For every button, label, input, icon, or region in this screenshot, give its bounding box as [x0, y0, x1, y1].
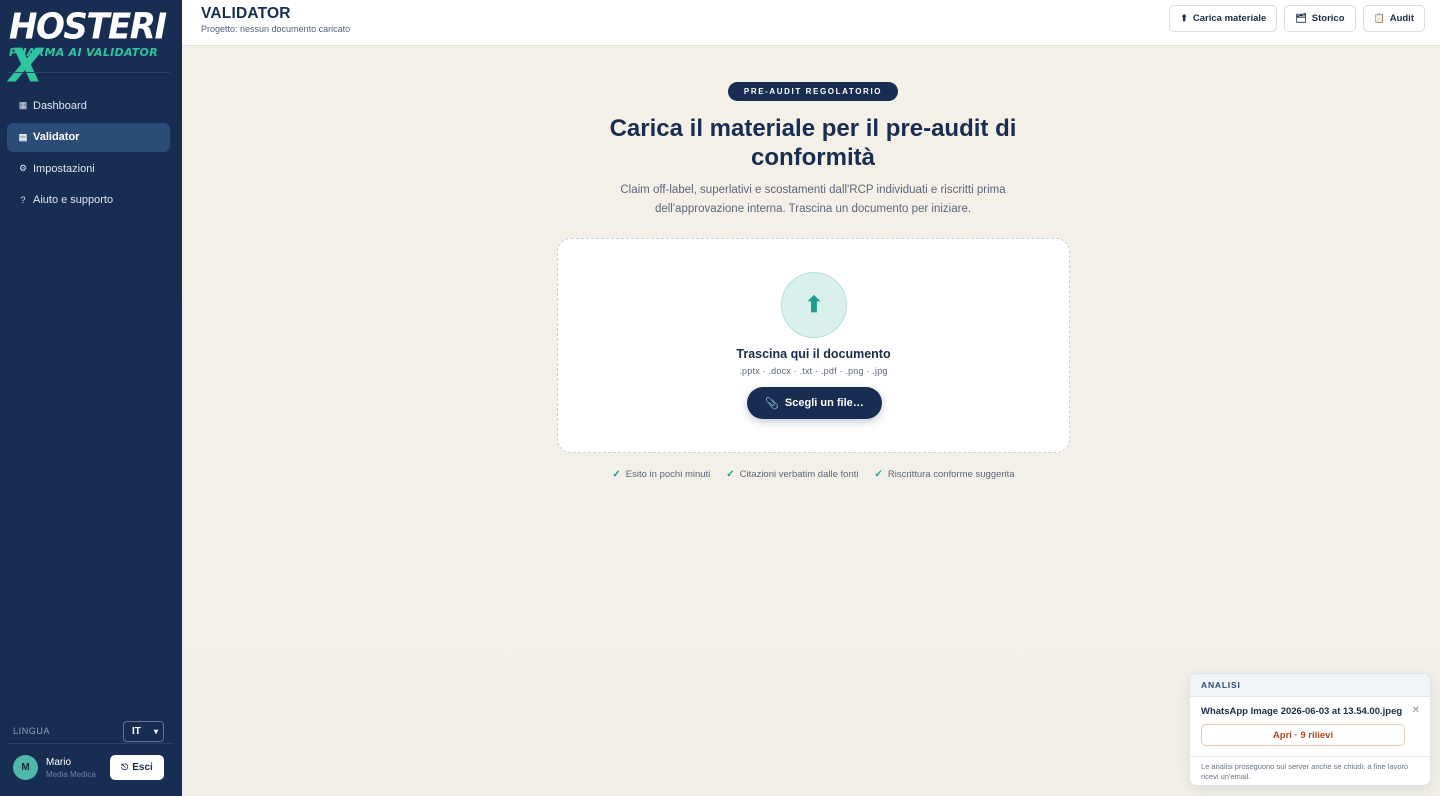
gear-icon: ⚙ — [18, 163, 28, 173]
project-subtitle: Progetto: nessun documento caricato — [201, 24, 351, 34]
feature-list: ✓ Esito in pochi minuti ✓ Citazioni verb… — [557, 469, 1070, 480]
feature-label: Riscrittura conforme suggerita — [887, 469, 1015, 480]
table-icon: ▤ — [18, 131, 28, 142]
check-icon: ✓ — [726, 469, 735, 480]
sidebar-item-label: Aiuto e supporto — [33, 194, 114, 206]
upload-arrow-icon: ⬆ — [781, 272, 847, 338]
accepted-formats: .pptx · .docx · .txt · .pdf · .png · .jp… — [739, 366, 888, 376]
close-icon[interactable]: ✕ — [1412, 705, 1420, 716]
analysis-file-name: WhatsApp Image 2026-06-03 at 13.54.00.jp… — [1201, 706, 1403, 717]
clipboard-icon: 📋 — [1373, 13, 1385, 23]
analysis-note: Le analisi proseguono sul server anche s… — [1201, 762, 1409, 781]
history-button[interactable]: 🗂 Storico — [1284, 5, 1356, 32]
brand-logo[interactable]: HOSTERIX PHARMA AI VALIDATOR — [9, 8, 174, 89]
language-label: LINGUA — [13, 726, 51, 736]
grid-icon: ▦ — [18, 100, 28, 110]
sidebar-divider — [8, 72, 170, 73]
hero-subtitle: Claim off-label, superlativi e scostamen… — [620, 184, 1006, 215]
sidebar-item-dashboard[interactable]: ▦ Dashboard — [7, 91, 170, 120]
audit-button[interactable]: 📋 Audit — [1362, 5, 1425, 32]
check-icon: ✓ — [612, 469, 621, 480]
hero-title: Carica il materiale per il pre-audit di … — [609, 115, 1017, 171]
help-icon: ? — [20, 195, 26, 205]
page-title: VALIDATOR — [201, 5, 291, 22]
sidebar-item-validator[interactable]: ▤ Validator — [7, 122, 170, 152]
analysis-panel-header: ANALISI — [1190, 674, 1430, 697]
feature-label: Citazioni verbatim dalle fonti — [739, 469, 859, 480]
check-icon: ✓ — [874, 469, 883, 480]
history-label: Storico — [1311, 13, 1345, 24]
sidebar-item-settings[interactable]: ⚙ Impostazioni — [7, 154, 170, 183]
file-dropzone[interactable]: ⬆ Trascina qui il documento .pptx · .doc… — [557, 238, 1070, 453]
sidebar: HOSTERIX PHARMA AI VALIDATOR ▦ Dashboard… — [0, 0, 182, 796]
choose-file-button[interactable]: 📎 Scegli un file… — [747, 387, 882, 419]
brand-tagline: PHARMA AI VALIDATOR — [9, 46, 158, 59]
feature-item: ✓ Citazioni verbatim dalle fonti — [726, 469, 858, 480]
logout-icon: ⎋ — [121, 762, 129, 772]
top-bar: VALIDATOR Progetto: nessun documento car… — [182, 0, 1440, 46]
analysis-panel: ANALISI WhatsApp Image 2026-06-03 at 13.… — [1189, 673, 1431, 786]
logout-label: Esci — [132, 762, 153, 773]
sidebar-divider-bottom — [8, 743, 174, 744]
user-name: Mario — [46, 757, 72, 768]
avatar: M — [13, 755, 38, 780]
upload-icon: ⬆ — [1180, 13, 1188, 23]
user-role: Media Medica — [46, 770, 96, 779]
upload-material-button[interactable]: ⬆ Carica materiale — [1169, 5, 1278, 32]
paperclip-icon: 📎 — [765, 397, 779, 410]
feature-item: ✓ Esito in pochi minuti — [612, 469, 710, 480]
folder-icon: 🗂 — [1295, 13, 1307, 23]
dropzone-title: Trascina qui il documento — [736, 347, 891, 361]
sidebar-item-help[interactable]: ? Aiuto e supporto — [7, 186, 170, 215]
header-actions: ⬆ Carica materiale 🗂 Storico 📋 Audit — [1169, 5, 1425, 32]
sidebar-item-label: Dashboard — [33, 99, 87, 112]
sidebar-item-label: Validator — [33, 131, 80, 143]
logout-button[interactable]: ⎋ Esci — [110, 755, 164, 780]
upload-material-label: Carica materiale — [1192, 13, 1267, 24]
panel-divider — [1190, 756, 1430, 757]
open-analysis-button[interactable]: Apri · 9 rilievi — [1201, 724, 1405, 746]
feature-label: Esito in pochi minuti — [625, 469, 711, 480]
sidebar-item-label: Impostazioni — [33, 162, 95, 175]
choose-file-label: Scegli un file… — [784, 397, 864, 409]
sidebar-nav: ▦ Dashboard ▤ Validator ⚙ Impostazioni ?… — [7, 91, 170, 217]
language-select[interactable]: IT ▾ — [123, 721, 164, 742]
chevron-down-icon: ▾ — [153, 727, 158, 736]
pre-audit-badge: PRE-AUDIT REGOLATORIO — [728, 82, 898, 101]
audit-label: Audit — [1389, 13, 1414, 24]
language-value: IT — [132, 726, 141, 737]
feature-item: ✓ Riscrittura conforme suggerita — [874, 469, 1014, 480]
